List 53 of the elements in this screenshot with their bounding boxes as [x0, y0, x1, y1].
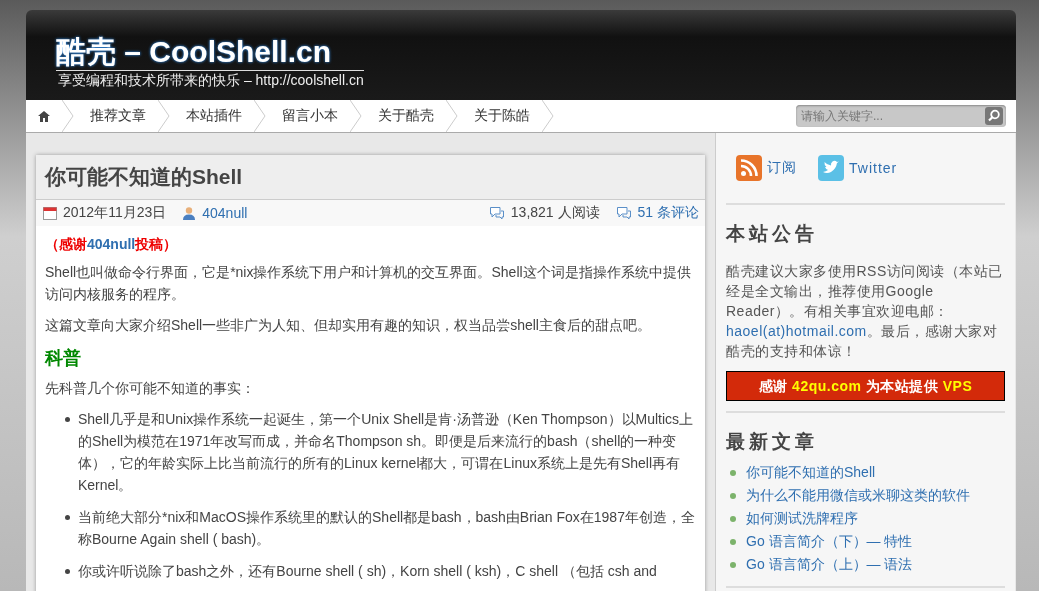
bullet-icon — [730, 538, 736, 545]
home-icon — [38, 110, 50, 122]
recent-post-link[interactable]: 为什么不能用微信或米聊这类的软件 — [746, 486, 970, 505]
bullet-icon — [65, 515, 70, 520]
sponsor-banner[interactable]: 感谢 42qu.com 为本站提供 VPS — [726, 371, 1005, 401]
author-link[interactable]: 404null — [202, 205, 248, 221]
bullet-icon — [730, 561, 736, 568]
nav-tab[interactable]: 关于酷壳 — [362, 100, 446, 132]
paragraph: Shell也叫做命令行界面，它是*nix操作系统下用户和计算机的交互界面。Shell这个词是指操作系统中提供访问内核服务的程序。 — [45, 263, 692, 304]
site-tagline: 享受编程和技术所带来的快乐 – http://coolshell.cn — [57, 71, 364, 89]
rss-icon[interactable] — [736, 155, 762, 181]
bullet-item: Shell几乎是和Unix操作系统一起诞生，第一个Unix Shell是肯·汤普逊（Ken Thompson）以Multics上的Shell为模范在1971年改写而成，并命名Thompson sh。即便是后来流行的bash（shell的一种变体），它的年龄实际上比当前流行的所有的Linux kernel都大，可谓在Linux系统上是先有Shell再有Kernel。 — [78, 410, 695, 495]
tab-separator — [446, 100, 458, 132]
subscribe-link[interactable]: 订阅 — [767, 159, 797, 177]
calendar-icon — [43, 206, 57, 220]
notice-text: 酷壳建议大家多使用RSS访问阅读（本站已经是全文输出，推荐使用Google Reader）。有相关事宜欢迎电邮： haoel(at)hotmail.com。最后，感谢大家对酷壳的支持和体谅！ — [726, 262, 1004, 361]
view-count: 13,821 人阅读 — [510, 204, 600, 222]
recent-post-link[interactable]: 你可能不知道的Shell — [746, 463, 876, 482]
tab-separator — [158, 100, 170, 132]
section-heading: 科普 — [45, 347, 82, 370]
tab-separator — [350, 100, 362, 132]
paragraph: 先科普几个你可能不知道的事实： — [45, 379, 256, 398]
search-icon[interactable] — [985, 107, 1003, 125]
bullet-icon — [730, 492, 736, 499]
widget-title: 本站公告 — [726, 222, 819, 246]
search-field[interactable]: 请输入关键字... — [796, 105, 1006, 127]
site-title[interactable]: 酷壳 – CoolShell.cn — [56, 34, 364, 71]
nav-tab[interactable]: 留言小本 — [266, 100, 350, 132]
comments-link[interactable]: 51 条评论 — [637, 204, 699, 222]
bullet-icon — [65, 569, 70, 574]
tab-separator — [254, 100, 266, 132]
bullet-icon — [730, 515, 736, 522]
nav-tab[interactable]: 本站插件 — [170, 100, 254, 132]
recent-post-link[interactable]: Go 语言简介（上）— 语法 — [746, 555, 913, 574]
thanks-note: （感谢404null投稿） — [45, 235, 179, 254]
tab-separator — [542, 100, 554, 132]
user-icon — [182, 206, 197, 220]
speech-bubble-icon — [615, 206, 632, 220]
nav-tab[interactable]: 推荐文章 — [74, 100, 158, 132]
bullet-icon — [65, 417, 70, 422]
bullet-item: 当前绝大部分*nix和MacOS操作系统里的默认的Shell都是bash，bash由Brian Fox在1987年创造，全称Bourne Again shell ( bash)。 — [78, 508, 696, 549]
post-date: 2012年11月23日 — [63, 204, 167, 222]
recent-post-link[interactable]: Go 语言简介（下）— 特性 — [746, 532, 913, 551]
paragraph: 这篇文章向大家介绍Shell一些非广为人知、但却实用有趣的知识，权当品尝shell主食后的甜点吧。 — [45, 316, 652, 335]
recent-post-link[interactable]: 如何测试洗牌程序 — [746, 509, 858, 528]
bullet-icon — [730, 469, 736, 476]
article-title[interactable]: 你可能不知道的Shell — [36, 155, 705, 200]
nav-tab[interactable]: 关于陈皓 — [458, 100, 542, 132]
twitter-link[interactable]: Twitter — [849, 160, 898, 176]
widget-title: 最新文章 — [726, 430, 819, 454]
speech-bubble-icon — [488, 206, 505, 220]
bullet-item: 你或许听说除了bash之外，还有Bourne shell ( sh)，Korn shell ( ksh)，C shell （包括 csh and — [78, 562, 657, 581]
tab-separator — [62, 100, 74, 132]
